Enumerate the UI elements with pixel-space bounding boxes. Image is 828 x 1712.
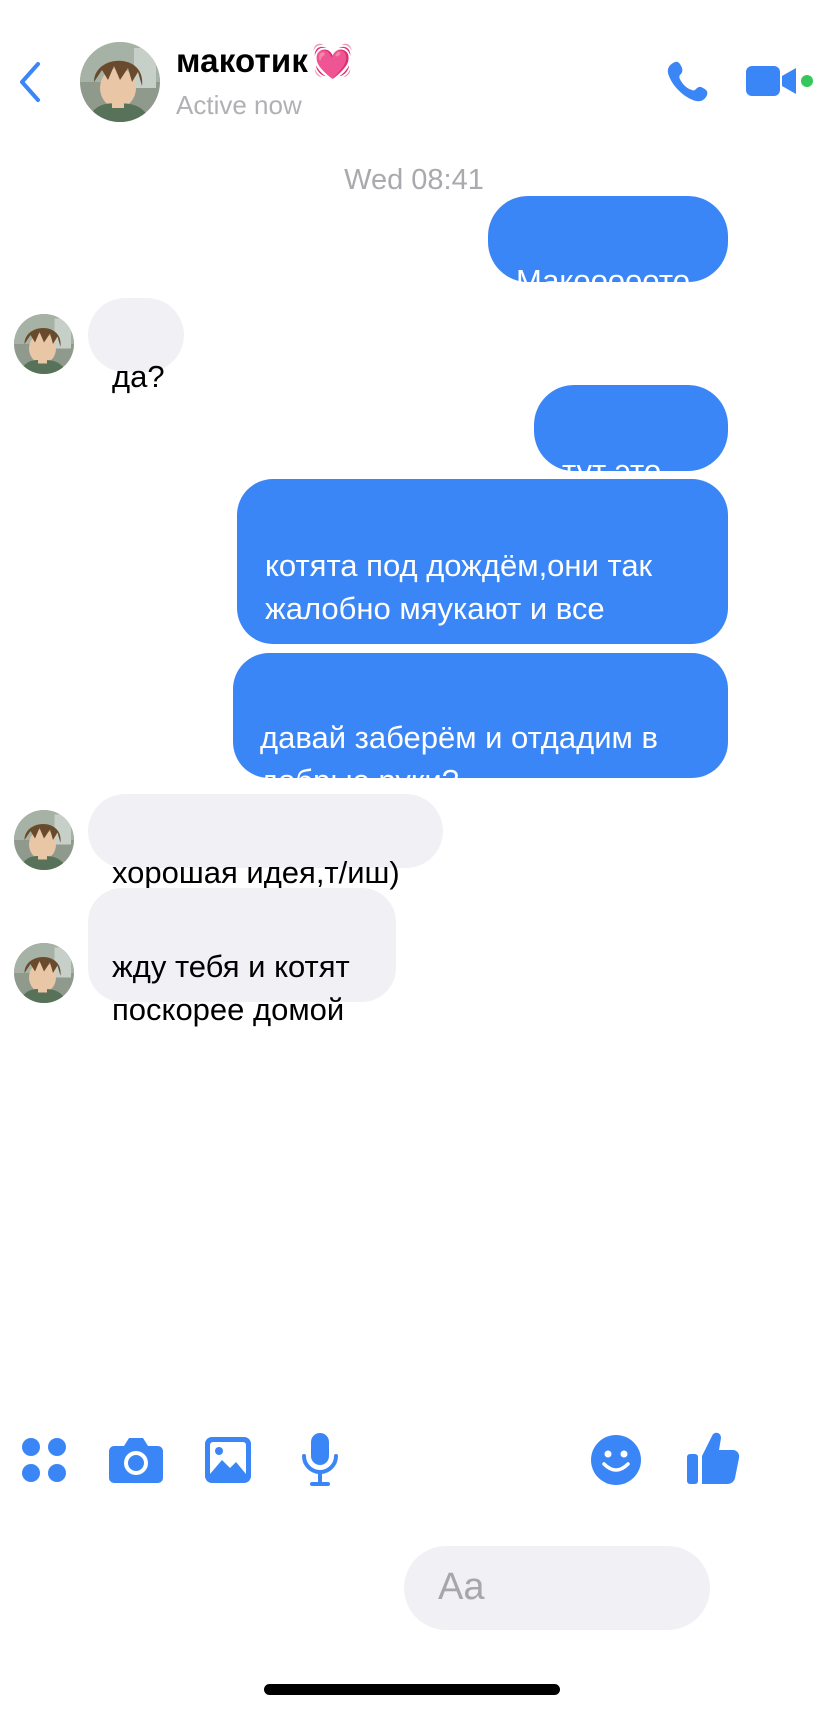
microphone-icon [302,1433,338,1486]
outgoing-message[interactable]: котята под дождём,они так жалобно мяукаю… [237,479,728,669]
apps-button[interactable] [20,1436,68,1484]
outgoing-message[interactable]: тут это... [534,385,728,488]
message-text: жду тебя и котят поскорее домой [112,949,350,1027]
contact-name[interactable]: макотик 💓 [176,42,353,81]
gallery-button[interactable] [204,1436,252,1484]
sender-avatar[interactable] [14,943,74,1003]
chevron-left-icon [20,62,40,102]
incoming-message[interactable]: жду тебя и котят поскорее домой [88,888,396,1027]
message-text: давай заберём и отдадим в добрые руки? [260,720,658,798]
smiley-icon [591,1435,641,1485]
home-indicator [264,1684,560,1695]
heart-emoji: 💓 [312,42,354,79]
sender-avatar[interactable] [14,810,74,870]
audio-call-button[interactable] [664,58,710,104]
image-icon [205,1437,251,1483]
message-input-placeholder: Aa [438,1566,485,1608]
thumbs-up-icon [687,1432,740,1484]
four-dots-icon [22,1438,66,1482]
message-text: котята под дождём,они так жалобно мяукаю… [265,548,653,669]
incoming-message[interactable]: да? [88,298,184,394]
message-timestamp: Wed 08:41 [344,164,484,196]
video-camera-icon [746,66,813,96]
voice-message-button[interactable] [300,1432,340,1488]
outgoing-message[interactable]: давай заберём и отдадим в добрые руки? [233,653,728,798]
outgoing-message[interactable]: Макооооото [488,196,728,298]
like-button[interactable] [686,1430,740,1486]
contact-avatar[interactable] [80,42,160,122]
contact-name-text: макотик [176,42,309,79]
active-dot [801,75,813,87]
message-text: Макооооото [516,263,690,298]
phone-icon [667,61,708,102]
message-text: хорошая идея,т/иш) [112,855,400,890]
camera-button[interactable] [108,1434,164,1484]
incoming-message[interactable]: хорошая идея,т/иш) [88,794,443,890]
back-button[interactable] [14,60,48,104]
emoji-button[interactable] [590,1434,642,1486]
presence-status: Active now [176,90,302,120]
video-call-button[interactable] [746,62,814,100]
sender-avatar[interactable] [14,314,74,374]
message-text: да? [112,359,165,394]
camera-icon [109,1438,163,1483]
